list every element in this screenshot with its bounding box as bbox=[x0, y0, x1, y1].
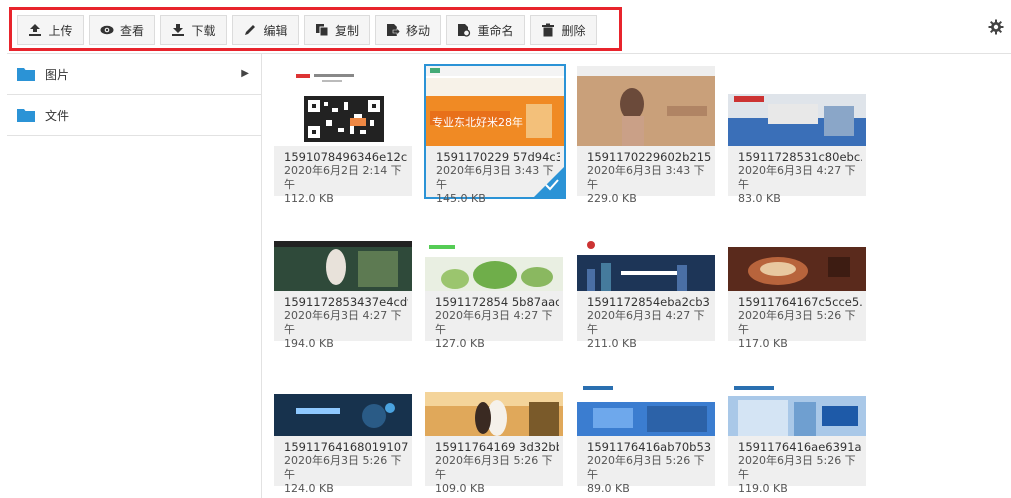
thumbnail-image bbox=[274, 356, 412, 436]
file-name: 1591078496346e12c... bbox=[284, 150, 408, 164]
upload-icon bbox=[28, 23, 42, 37]
file-size: 89.0 KB bbox=[587, 482, 630, 495]
file-date: 2020年6月3日 4:27 下午 bbox=[587, 309, 705, 336]
file-name: 1591176416ae6391a... bbox=[738, 440, 862, 454]
thumbnail-image bbox=[728, 211, 866, 291]
file-card[interactable]: 15911728531c80ebc... 2020年6月3日 4:27 下午 8… bbox=[728, 66, 866, 205]
banner-text: 专业东北好米28年 bbox=[432, 116, 523, 129]
file-name: 15911764169 3d32bbf... bbox=[435, 440, 559, 454]
file-date: 2020年6月3日 5:26 下午 bbox=[738, 309, 856, 336]
copy-icon bbox=[315, 23, 329, 37]
file-date: 2020年6月3日 4:27 下午 bbox=[284, 309, 402, 336]
download-icon bbox=[171, 23, 185, 37]
thumbnail-image: 专业东北好米28年 bbox=[426, 66, 564, 146]
delete-button[interactable]: 删除 bbox=[530, 15, 597, 45]
toolbar-buttons: 上传 查看 下载 编辑 复制 移动 重命名 删除 bbox=[17, 15, 597, 45]
file-date: 2020年6月3日 5:26 下午 bbox=[435, 454, 553, 481]
thumbnail-image bbox=[425, 356, 563, 436]
file-name: 1591172854 5b87aac... bbox=[435, 295, 559, 309]
view-button[interactable]: 查看 bbox=[89, 15, 155, 45]
file-card[interactable]: 1591170229602b215... 2020年6月3日 3:43 下午 2… bbox=[577, 66, 715, 205]
file-name: 15911764167c5cce5... bbox=[738, 295, 862, 309]
file-grid: 1591078496346e12c... 2020年6月2日 2:14 下午 1… bbox=[262, 53, 1011, 498]
file-name: 1591172853437e4cdf... bbox=[284, 295, 408, 309]
thumbnail-image bbox=[728, 66, 866, 146]
upload-button[interactable]: 上传 bbox=[17, 15, 84, 45]
file-size: 117.0 KB bbox=[738, 337, 788, 350]
expand-arrow-icon[interactable]: ▶ bbox=[241, 68, 249, 79]
thumbnail-image bbox=[577, 356, 715, 436]
file-card[interactable]: 15911764168019107... 2020年6月3日 5:26 下午 1… bbox=[274, 356, 412, 495]
checkmark-icon bbox=[545, 179, 559, 191]
file-date: 2020年6月3日 4:27 下午 bbox=[738, 164, 856, 191]
file-size: 127.0 KB bbox=[435, 337, 485, 350]
rename-icon bbox=[457, 23, 471, 37]
thumbnail-image bbox=[274, 211, 412, 291]
sidebar-item-images[interactable]: 图片 ▶ bbox=[7, 54, 261, 95]
file-name: 1591170229602b215... bbox=[587, 150, 711, 164]
file-date: 2020年6月3日 5:26 下午 bbox=[284, 454, 402, 481]
thumbnail-image bbox=[274, 66, 412, 146]
file-card[interactable]: 1591078496346e12c... 2020年6月2日 2:14 下午 1… bbox=[274, 66, 412, 205]
sidebar-item-files[interactable]: 文件 bbox=[7, 95, 261, 136]
move-icon bbox=[386, 23, 400, 37]
file-card[interactable]: 1591176416ae6391a... 2020年6月3日 5:26 下午 1… bbox=[728, 356, 866, 495]
file-date: 2020年6月3日 5:26 下午 bbox=[738, 454, 856, 481]
file-card-selected[interactable]: 专业东北好米28年 1591170229 57d94c3... 2020年6月3… bbox=[424, 64, 566, 205]
gear-icon[interactable] bbox=[988, 19, 1004, 35]
pencil-icon bbox=[243, 23, 257, 37]
file-card[interactable]: 1591176416ab70b53... 2020年6月3日 5:26 下午 8… bbox=[577, 356, 715, 495]
file-name: 15911728531c80ebc... bbox=[738, 150, 862, 164]
thumbnail-image bbox=[577, 66, 715, 146]
file-card[interactable]: 1591172853437e4cdf... 2020年6月3日 4:27 下午 … bbox=[274, 211, 412, 350]
move-button[interactable]: 移动 bbox=[375, 15, 441, 45]
edit-button[interactable]: 编辑 bbox=[232, 15, 299, 45]
toolbar: 上传 查看 下载 编辑 复制 移动 重命名 删除 bbox=[0, 0, 1011, 60]
file-date: 2020年6月3日 5:26 下午 bbox=[587, 454, 705, 481]
thumbnail-image bbox=[425, 211, 563, 291]
thumbnail-image bbox=[728, 356, 866, 436]
download-button[interactable]: 下载 bbox=[160, 15, 227, 45]
file-card[interactable]: 1591172854eba2cb3... 2020年6月3日 4:27 下午 2… bbox=[577, 211, 715, 350]
trash-icon bbox=[541, 23, 555, 37]
file-card[interactable]: 15911764167c5cce5... 2020年6月3日 5:26 下午 1… bbox=[728, 211, 866, 350]
file-card[interactable]: 15911764169 3d32bbf... 2020年6月3日 5:26 下午… bbox=[425, 356, 563, 495]
folder-icon bbox=[17, 67, 35, 81]
file-size: 229.0 KB bbox=[587, 192, 637, 205]
file-size: 112.0 KB bbox=[284, 192, 334, 205]
sidebar: 图片 ▶ 文件 bbox=[7, 53, 262, 498]
folder-icon bbox=[17, 108, 35, 122]
file-date: 2020年6月3日 3:43 下午 bbox=[587, 164, 705, 191]
file-date: 2020年6月3日 4:27 下午 bbox=[435, 309, 553, 336]
file-size: 109.0 KB bbox=[435, 482, 485, 495]
thumbnail-image bbox=[577, 211, 715, 291]
file-name: 1591170229 57d94c3... bbox=[436, 150, 560, 164]
copy-button[interactable]: 复制 bbox=[304, 15, 370, 45]
rename-button[interactable]: 重命名 bbox=[446, 15, 525, 45]
file-name: 1591176416ab70b53... bbox=[587, 440, 711, 454]
file-size: 83.0 KB bbox=[738, 192, 781, 205]
file-size: 124.0 KB bbox=[284, 482, 334, 495]
eye-icon bbox=[100, 23, 114, 37]
file-card[interactable]: 1591172854 5b87aac... 2020年6月3日 4:27 下午 … bbox=[425, 211, 563, 350]
file-size: 194.0 KB bbox=[284, 337, 334, 350]
file-name: 1591172854eba2cb3... bbox=[587, 295, 711, 309]
file-size: 119.0 KB bbox=[738, 482, 788, 495]
file-size: 211.0 KB bbox=[587, 337, 637, 350]
file-name: 15911764168019107... bbox=[284, 440, 408, 454]
file-date: 2020年6月2日 2:14 下午 bbox=[284, 164, 402, 191]
